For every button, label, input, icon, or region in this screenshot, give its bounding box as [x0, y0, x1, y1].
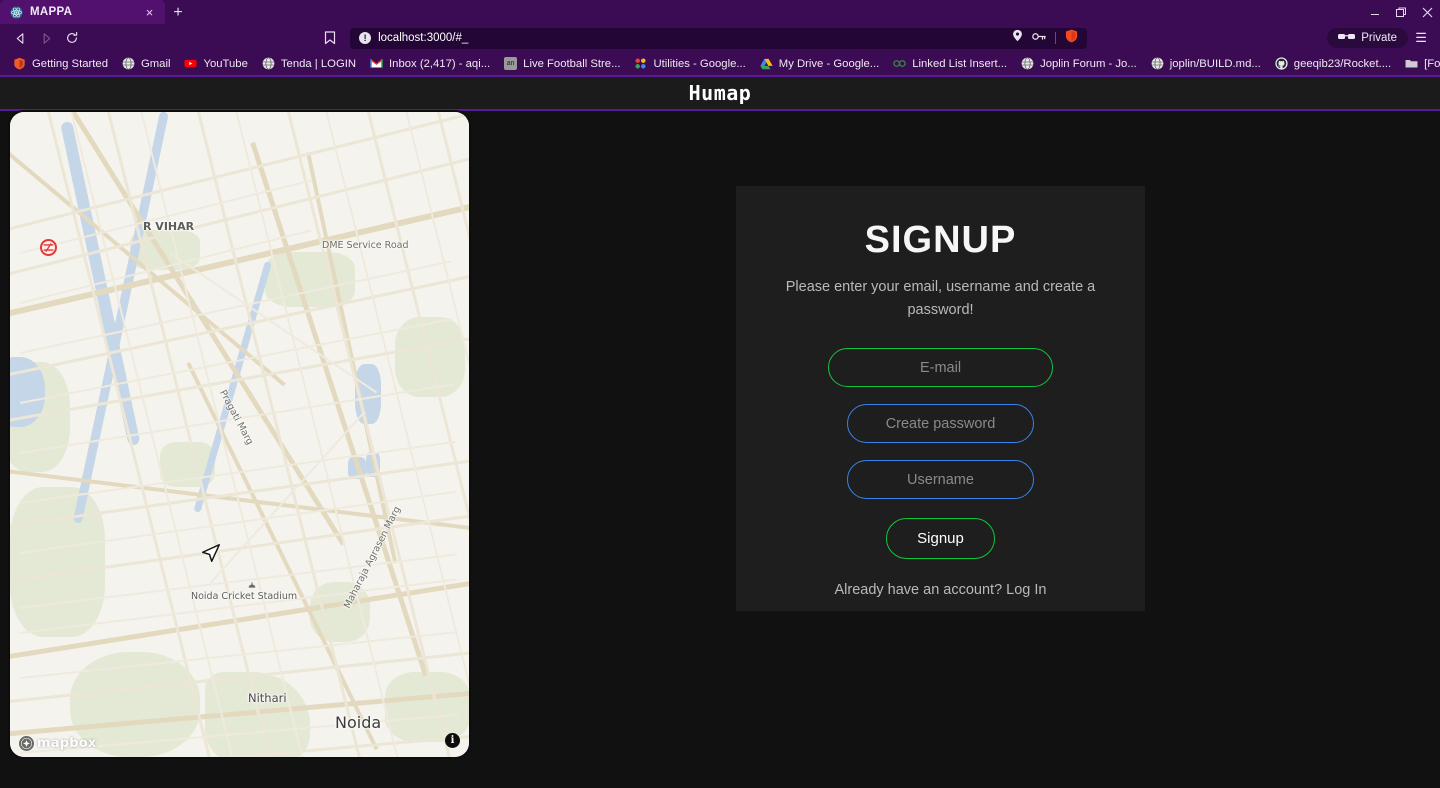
page-content: Humap R VIHAR DME Service Road Pragati M… — [0, 75, 1440, 788]
email-placeholder: E-mail — [919, 359, 962, 376]
bookmark-item[interactable]: Inbox (2,417) - aqi... — [363, 54, 497, 74]
bookmark-item[interactable]: Joplin Forum - Jo... — [1014, 54, 1144, 74]
browser-menu-icon[interactable]: ☰ — [1410, 27, 1432, 49]
reload-icon[interactable] — [60, 27, 84, 49]
map-label: Noida Cricket Stadium — [191, 591, 298, 602]
signup-title: SIGNUP — [864, 219, 1017, 261]
globe-icon — [122, 57, 135, 70]
back-icon[interactable] — [8, 27, 32, 49]
password-field[interactable]: Create password — [847, 404, 1034, 444]
address-bar[interactable]: ! localhost:3000/#_ — [350, 27, 1088, 49]
globe-icon — [1021, 57, 1034, 70]
location-permission-icon[interactable] — [1012, 29, 1023, 47]
stadium-poi-icon — [246, 580, 257, 591]
window-controls — [1362, 0, 1440, 24]
map-label: Noida — [335, 713, 382, 732]
bookmark-label: Getting Started — [32, 57, 108, 70]
bookmark-item[interactable]: Gmail — [115, 54, 178, 74]
bookmark-label: joplin/BUILD.md... — [1169, 57, 1261, 70]
react-icon — [10, 6, 23, 19]
signup-card: SIGNUP Please enter your email, username… — [736, 186, 1145, 611]
map-panel[interactable]: R VIHAR DME Service Road Pragati Marg Ma… — [10, 112, 469, 757]
tab-title: MAPPA — [30, 6, 73, 18]
mapbox-logo[interactable]: mapbox — [19, 736, 96, 751]
browser-tab[interactable]: MAPPA × — [0, 0, 165, 24]
login-link[interactable]: Already have an account? Log In — [834, 582, 1046, 598]
app-header: Humap — [0, 75, 1440, 111]
bookmark-label: Linked List Insert... — [912, 57, 1008, 70]
private-label: Private — [1361, 32, 1398, 44]
browser-window: MAPPA × + ! localhost:3000/#_ Private ☰ … — [0, 0, 1440, 788]
map-label: Nithari — [248, 691, 287, 705]
gmail-icon — [370, 57, 383, 70]
password-placeholder: Create password — [885, 415, 996, 432]
globe-icon — [262, 57, 275, 70]
bookmark-item[interactable]: an Live Football Stre... — [497, 54, 627, 74]
map-info-icon[interactable]: i — [445, 733, 460, 748]
youtube-icon — [184, 57, 198, 70]
close-icon[interactable] — [1414, 0, 1440, 24]
map-label: DME Service Road — [322, 240, 409, 251]
page-title: Humap — [688, 81, 752, 105]
minimize-icon[interactable] — [1362, 0, 1388, 24]
password-key-icon[interactable] — [1032, 29, 1046, 47]
email-field[interactable]: E-mail — [828, 348, 1053, 388]
bookmark-label: Joplin Forum - Jo... — [1040, 57, 1137, 70]
folder-icon — [1405, 57, 1418, 70]
mapbox-label: mapbox — [37, 736, 97, 751]
username-placeholder: Username — [907, 471, 974, 488]
brave-icon — [13, 57, 26, 70]
bookmark-item[interactable]: Linked List Insert... — [886, 54, 1014, 74]
mapbox-mark-icon — [19, 736, 34, 751]
bookmark-item[interactable]: Getting Started — [6, 54, 115, 74]
generic-site-icon: an — [504, 57, 518, 70]
metro-icon[interactable] — [40, 239, 57, 256]
bookmark-label: [Folder Name] — [1424, 57, 1440, 70]
bookmarks-bar: Getting Started Gmail YouTube Tenda | LO… — [0, 52, 1440, 75]
google-apps-icon — [634, 57, 647, 70]
bookmark-label: Inbox (2,417) - aqi... — [389, 57, 491, 70]
address-bar-actions — [1012, 29, 1078, 48]
brave-shield-icon[interactable] — [1065, 29, 1078, 48]
tab-close-icon[interactable]: × — [142, 5, 157, 20]
bookmark-label: Tenda | LOGIN — [280, 57, 357, 70]
tab-strip: MAPPA × + — [0, 0, 1440, 24]
sunglasses-icon — [1338, 32, 1356, 44]
bookmark-item[interactable]: joplin/BUILD.md... — [1144, 54, 1268, 74]
map-label: R VIHAR — [143, 220, 195, 233]
map-canvas[interactable]: R VIHAR DME Service Road Pragati Marg Ma… — [10, 112, 469, 757]
bookmark-label: My Drive - Google... — [778, 57, 880, 70]
bookmark-label: Gmail — [140, 57, 171, 70]
bookmark-item[interactable]: geeqib23/Rocket.... — [1268, 54, 1398, 74]
navigation-arrow-icon[interactable] — [200, 542, 222, 569]
toolbar-divider — [1055, 32, 1057, 44]
signup-subtitle: Please enter your email, username and cr… — [785, 279, 1096, 319]
bookmark-label: Utilities - Google... — [653, 57, 746, 70]
drive-icon — [760, 57, 773, 70]
site-info-icon[interactable]: ! — [359, 32, 372, 44]
bookmark-item[interactable]: Utilities - Google... — [627, 54, 752, 74]
username-field[interactable]: Username — [847, 460, 1034, 500]
forward-icon[interactable] — [34, 27, 58, 49]
bookmark-item[interactable]: YouTube — [177, 54, 254, 74]
navigation-toolbar: ! localhost:3000/#_ Private ☰ — [0, 24, 1440, 52]
signup-button[interactable]: Signup — [886, 518, 995, 560]
bookmark-item[interactable]: Tenda | LOGIN — [255, 54, 363, 74]
bookmark-label: Live Football Stre... — [523, 57, 621, 70]
url-text: localhost:3000/#_ — [378, 32, 469, 44]
bookmark-item[interactable]: My Drive - Google... — [753, 54, 886, 74]
private-mode-badge[interactable]: Private — [1327, 28, 1409, 48]
bookmark-label: geeqib23/Rocket.... — [1293, 57, 1392, 70]
globe-icon — [1151, 57, 1164, 70]
bookmark-label: YouTube — [203, 57, 248, 70]
maximize-icon[interactable] — [1388, 0, 1414, 24]
bookmark-item[interactable]: [Folder Name] — [1398, 54, 1440, 74]
main-content: R VIHAR DME Service Road Pragati Marg Ma… — [0, 111, 1440, 788]
bookmark-icon[interactable] — [318, 27, 342, 49]
github-icon — [1275, 57, 1288, 70]
geeksforgeeks-icon — [893, 57, 906, 70]
new-tab-button[interactable]: + — [165, 2, 191, 24]
